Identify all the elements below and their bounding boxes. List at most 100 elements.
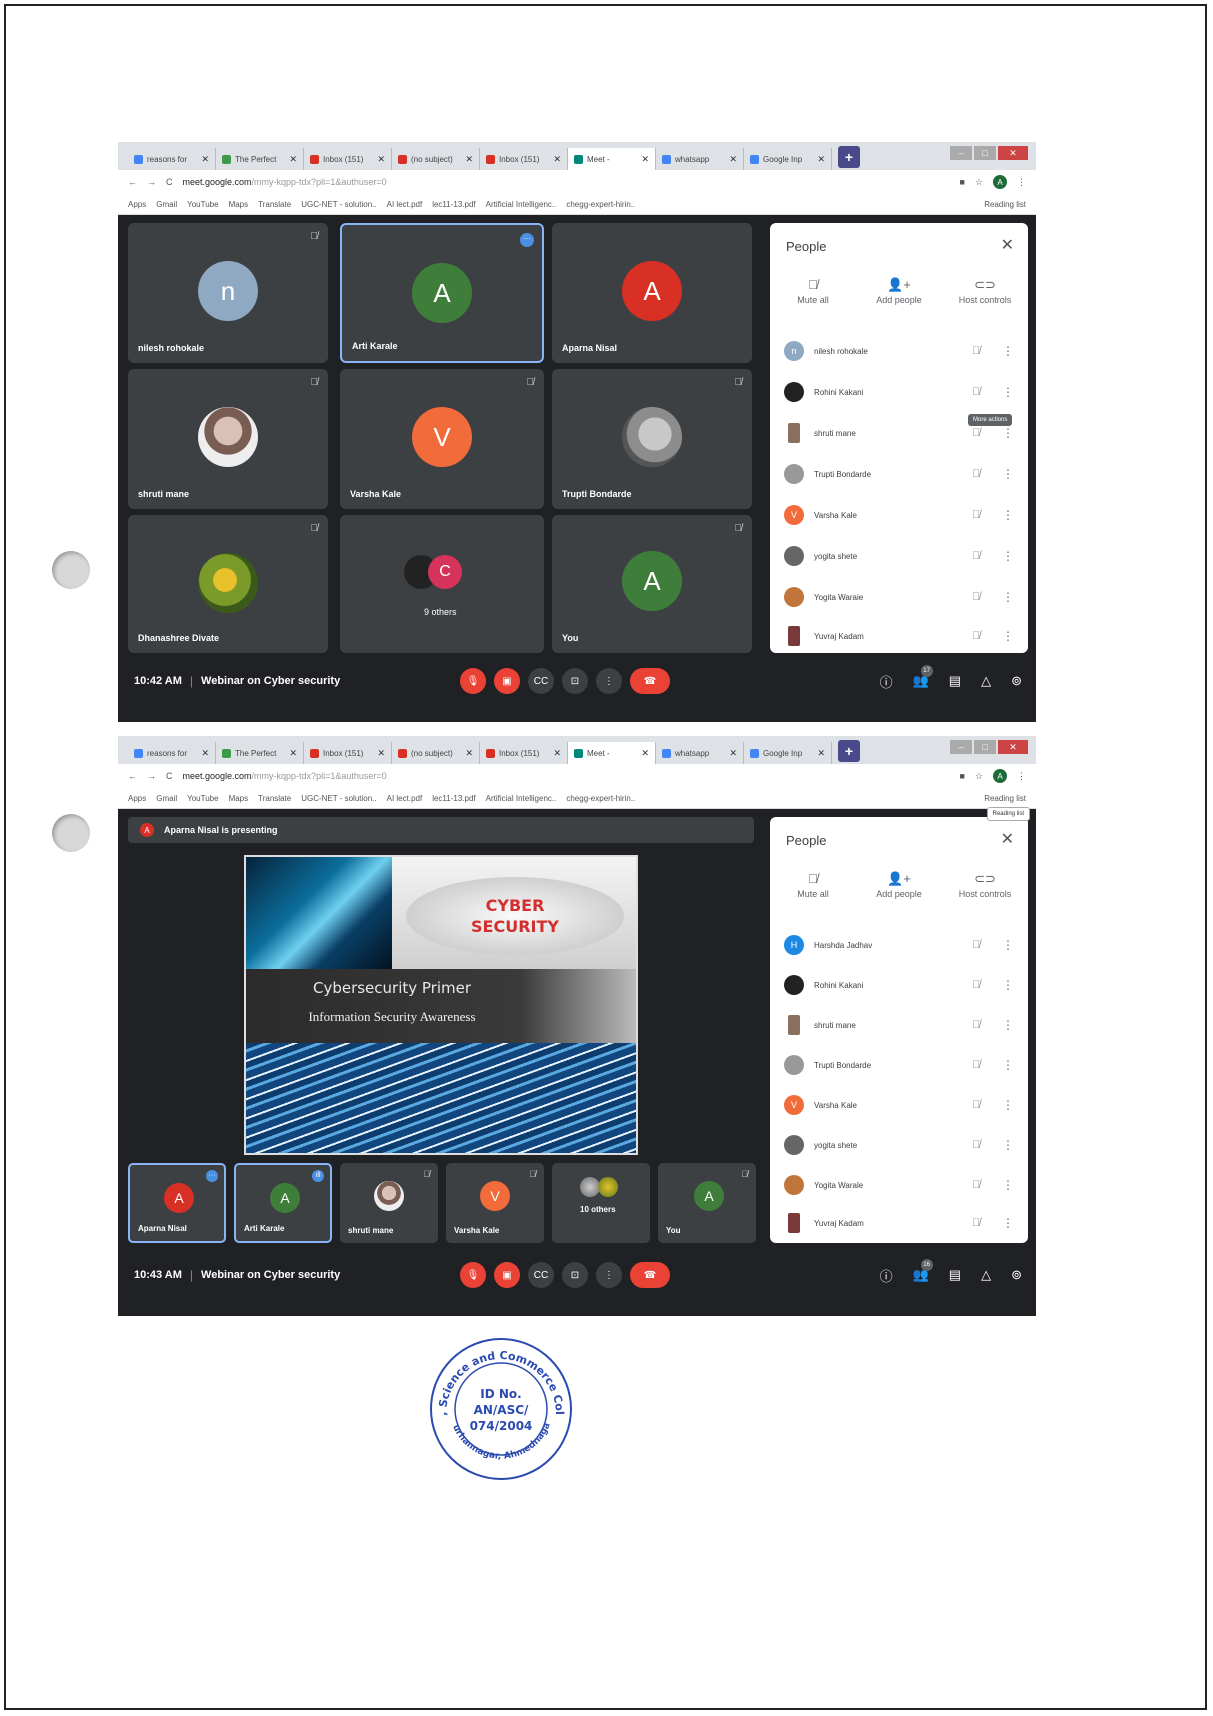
menu-icon[interactable]: ⋮ bbox=[1017, 771, 1026, 782]
leave-call-button[interactable]: ☎ bbox=[630, 668, 670, 694]
participant-row[interactable]: Yogita Warale 🎙̸ ⋮ bbox=[784, 1170, 1014, 1200]
account-avatar[interactable]: A bbox=[993, 769, 1007, 783]
mic-off-icon[interactable]: 🎙̸ bbox=[972, 468, 1002, 480]
browser-tab[interactable]: (no subject) ✕ bbox=[392, 742, 480, 764]
close-icon[interactable]: ✕ bbox=[1001, 829, 1014, 849]
bookmark-lec11[interactable]: lec11-13.pdf bbox=[432, 794, 475, 803]
bookmark-apps[interactable]: Apps bbox=[128, 794, 146, 803]
close-icon[interactable]: ✕ bbox=[377, 154, 385, 165]
mic-off-icon[interactable]: 🎙̸ bbox=[972, 1059, 1002, 1071]
bookmark-ai-lect[interactable]: AI lect.pdf bbox=[387, 794, 423, 803]
close-icon[interactable]: ✕ bbox=[729, 748, 737, 759]
participant-row[interactable]: V Varsha Kale 🎙̸ ⋮ bbox=[784, 500, 1014, 530]
star-icon[interactable]: ☆ bbox=[975, 771, 983, 782]
browser-tab[interactable]: The Perfect ✕ bbox=[216, 148, 304, 170]
bookmark-gmail[interactable]: Gmail bbox=[156, 200, 177, 209]
more-actions-icon[interactable]: ⋮ bbox=[1002, 938, 1014, 952]
participant-row[interactable]: Yuvraj Kadam 🎙̸ ⋮ bbox=[784, 621, 1014, 651]
more-actions-icon[interactable]: ⋮ bbox=[1002, 1098, 1014, 1112]
close-icon[interactable]: ✕ bbox=[553, 154, 561, 165]
more-actions-icon[interactable]: ⋮ bbox=[1002, 549, 1014, 563]
participant-tile[interactable]: 🎙̸ V Varsha Kale bbox=[340, 369, 544, 509]
more-actions-icon[interactable]: ⋮ bbox=[1002, 344, 1014, 358]
participant-tile-presenter[interactable]: ··· A Aparna Nisal bbox=[128, 1163, 226, 1243]
participant-tile[interactable]: 🎙̸ Dhanashree Divate bbox=[128, 515, 328, 653]
host-controls-button[interactable]: ⊂⊃ Host controls bbox=[945, 277, 1025, 305]
more-actions-icon[interactable]: ⋮ bbox=[1002, 629, 1014, 643]
maximize-button[interactable]: □ bbox=[974, 740, 996, 754]
close-icon[interactable]: ✕ bbox=[465, 748, 473, 759]
participant-tile[interactable]: 🎙̸ n nilesh rohokale bbox=[128, 223, 328, 363]
chat-icon[interactable]: ▤ bbox=[949, 673, 961, 689]
participant-tile[interactable]: A Aparna Nisal bbox=[552, 223, 752, 363]
bookmark-apps[interactable]: Apps bbox=[128, 200, 146, 209]
info-icon[interactable]: ⓘ bbox=[880, 672, 893, 691]
mute-all-button[interactable]: 🎙̸ Mute all bbox=[773, 277, 853, 305]
more-actions-icon[interactable]: ⋮ bbox=[1002, 467, 1014, 481]
browser-tab[interactable]: (no subject) ✕ bbox=[392, 148, 480, 170]
minimize-button[interactable]: – bbox=[950, 740, 972, 754]
browser-tab-active[interactable]: Meet - ✕ bbox=[568, 148, 656, 170]
bookmark-maps[interactable]: Maps bbox=[229, 200, 249, 209]
more-actions-icon[interactable]: ⋮ bbox=[1002, 385, 1014, 399]
more-options-icon[interactable]: ··· bbox=[520, 233, 534, 247]
star-icon[interactable]: ☆ bbox=[975, 177, 983, 188]
host-controls-icon[interactable]: ⊚ bbox=[1011, 1267, 1022, 1283]
mic-off-icon[interactable]: 🎙̸ bbox=[972, 1139, 1002, 1151]
activities-icon[interactable]: △ bbox=[981, 673, 991, 689]
participant-row[interactable]: Rohini Kakani 🎙̸ ⋮ bbox=[784, 970, 1014, 1000]
bookmark-ai[interactable]: Artificial Intelligenc.. bbox=[486, 794, 557, 803]
mic-off-icon[interactable]: 🎙̸ bbox=[972, 979, 1002, 991]
window-close-button[interactable]: ✕ bbox=[998, 146, 1028, 160]
participant-row[interactable]: Trupti Bondarde 🎙̸ ⋮ bbox=[784, 459, 1014, 489]
close-icon[interactable]: ✕ bbox=[553, 748, 561, 759]
others-tile[interactable]: 10 others bbox=[552, 1163, 650, 1243]
mic-off-button[interactable]: 🎙 bbox=[460, 668, 486, 694]
bookmark-youtube[interactable]: YouTube bbox=[187, 200, 218, 209]
people-icon[interactable]: 👥 17 bbox=[913, 665, 933, 689]
participant-row[interactable]: Trupti Bondarde 🎙̸ ⋮ bbox=[784, 1050, 1014, 1080]
captions-button[interactable]: CC bbox=[528, 1262, 554, 1288]
leave-call-button[interactable]: ☎ bbox=[630, 1262, 670, 1288]
camera-icon[interactable]: ■ bbox=[959, 177, 964, 187]
bookmark-gmail[interactable]: Gmail bbox=[156, 794, 177, 803]
bookmark-translate[interactable]: Translate bbox=[258, 200, 291, 209]
more-actions-icon[interactable]: ⋮ bbox=[1002, 590, 1014, 604]
bookmark-ai-lect[interactable]: AI lect.pdf bbox=[387, 200, 423, 209]
others-tile[interactable]: C 9 others bbox=[340, 515, 544, 653]
mic-off-icon[interactable]: 🎙̸ bbox=[972, 509, 1002, 521]
browser-tab[interactable]: reasons for ✕ bbox=[128, 148, 216, 170]
back-icon[interactable]: ← bbox=[128, 177, 137, 187]
bookmark-youtube[interactable]: YouTube bbox=[187, 794, 218, 803]
participant-tile[interactable]: 🎙̸ V Varsha Kale bbox=[446, 1163, 544, 1243]
mic-off-icon[interactable]: 🎙̸ bbox=[972, 345, 1002, 357]
participant-row[interactable]: yogita shete 🎙̸ ⋮ bbox=[784, 541, 1014, 571]
more-actions-icon[interactable]: ⋮ bbox=[1002, 426, 1014, 440]
reload-icon[interactable]: C bbox=[166, 177, 173, 187]
browser-tab[interactable]: Inbox (151) ✕ bbox=[480, 742, 568, 764]
account-avatar[interactable]: A bbox=[993, 175, 1007, 189]
browser-tab[interactable]: whatsapp ✕ bbox=[656, 742, 744, 764]
mic-off-icon[interactable]: 🎙̸ bbox=[972, 1019, 1002, 1031]
mic-off-icon[interactable]: 🎙̸ bbox=[972, 1217, 1002, 1229]
participant-row[interactable]: shruti mane 🎙̸ ⋮ bbox=[784, 1010, 1014, 1040]
more-actions-icon[interactable]: ⋮ bbox=[1002, 1018, 1014, 1032]
self-tile[interactable]: 🎙̸ A You bbox=[552, 515, 752, 653]
back-icon[interactable]: ← bbox=[128, 771, 137, 781]
self-tile[interactable]: 🎙̸ A You bbox=[658, 1163, 756, 1243]
add-people-button[interactable]: 👤+ Add people bbox=[859, 871, 939, 899]
mic-off-icon[interactable]: 🎙̸ bbox=[972, 591, 1002, 603]
activities-icon[interactable]: △ bbox=[981, 1267, 991, 1283]
more-actions-icon[interactable]: ⋮ bbox=[1002, 1058, 1014, 1072]
bookmark-ai[interactable]: Artificial Intelligenc.. bbox=[486, 200, 557, 209]
host-controls-icon[interactable]: ⊚ bbox=[1011, 673, 1022, 689]
more-options-button[interactable]: ⋮ bbox=[596, 1262, 622, 1288]
more-actions-icon[interactable]: ⋮ bbox=[1002, 1216, 1014, 1230]
mic-off-icon[interactable]: 🎙̸ bbox=[972, 1099, 1002, 1111]
browser-tab[interactable]: The Perfect ✕ bbox=[216, 742, 304, 764]
browser-tab-active[interactable]: Meet - ✕ bbox=[568, 742, 656, 764]
people-icon[interactable]: 👥 16 bbox=[913, 1259, 933, 1283]
browser-tab[interactable]: reasons for ✕ bbox=[128, 742, 216, 764]
forward-icon[interactable]: → bbox=[147, 177, 156, 187]
participant-row[interactable]: n nilesh rohokale 🎙̸ ⋮ bbox=[784, 336, 1014, 366]
